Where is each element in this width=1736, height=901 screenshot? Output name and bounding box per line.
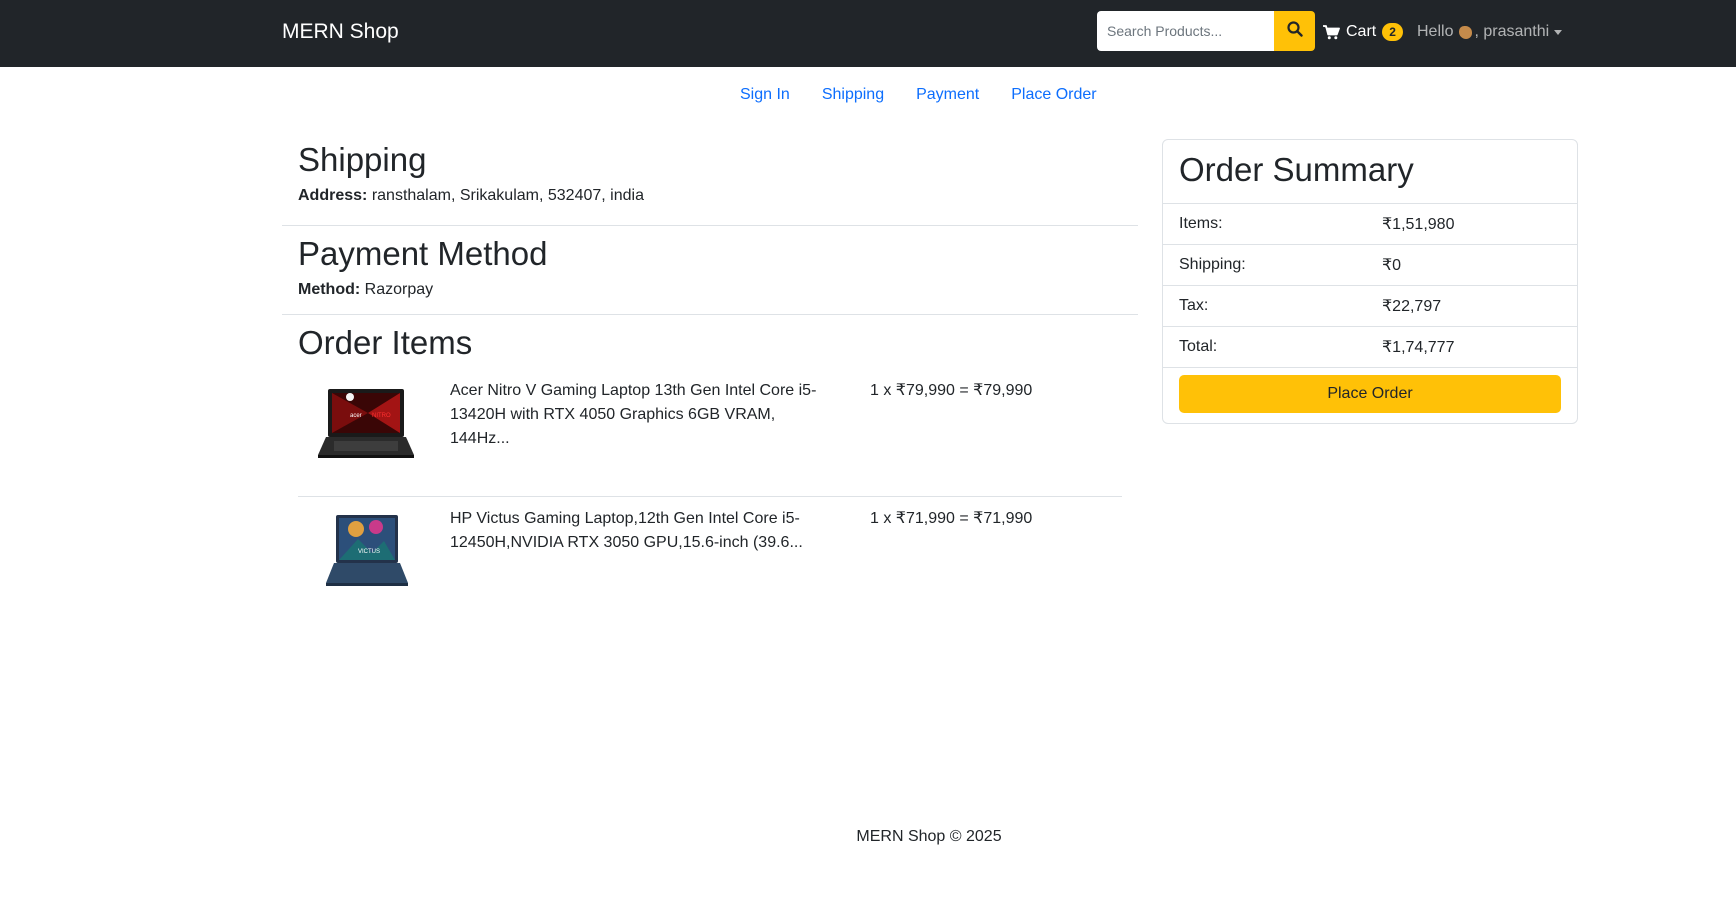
item-name-link[interactable]: Acer Nitro V Gaming Laptop 13th Gen Inte… bbox=[450, 369, 832, 496]
place-order-button[interactable]: Place Order bbox=[1179, 375, 1561, 413]
summary-row-total: Total: ₹1,74,777 bbox=[1163, 327, 1577, 368]
order-items-heading: Order Items bbox=[298, 324, 473, 361]
summary-label: Shipping: bbox=[1179, 256, 1246, 273]
svg-text:acer: acer bbox=[350, 413, 362, 419]
summary-row-tax: Tax: ₹22,797 bbox=[1163, 286, 1577, 327]
cart-label: Cart bbox=[1346, 23, 1377, 40]
cart-count-badge: 2 bbox=[1382, 23, 1403, 41]
summary-value: ₹1,51,980 bbox=[1382, 216, 1455, 233]
hp-victus-laptop-image[interactable]: VICTUS bbox=[298, 497, 450, 625]
step-place-order[interactable]: Place Order bbox=[1011, 85, 1096, 105]
checkout-steps: Sign In Shipping Payment Place Order bbox=[740, 85, 1097, 105]
method-label: Method: bbox=[298, 281, 361, 298]
cart-icon bbox=[1323, 24, 1340, 40]
order-summary-card: Order Summary Items: ₹1,51,980 Shipping:… bbox=[1162, 139, 1578, 424]
order-items-section: Order Items acer NITRO Acer Nitro V Gami… bbox=[282, 315, 1138, 637]
acer-nitro-laptop-image[interactable]: acer NITRO bbox=[298, 369, 450, 497]
item-price-line: 1 x ₹71,990 = ₹71,990 bbox=[870, 510, 1033, 527]
step-sign-in[interactable]: Sign In bbox=[740, 85, 790, 105]
search-input[interactable] bbox=[1097, 11, 1274, 51]
summary-value: ₹0 bbox=[1382, 257, 1402, 274]
summary-label: Total: bbox=[1179, 338, 1218, 355]
summary-row-shipping: Shipping: ₹0 bbox=[1163, 245, 1577, 286]
shipping-heading: Shipping bbox=[298, 141, 427, 178]
svg-text:NITRO: NITRO bbox=[372, 413, 391, 419]
brand-logo-link[interactable]: MERN Shop bbox=[282, 20, 399, 44]
payment-method: Method: Razorpay bbox=[298, 280, 1122, 300]
greeting-text: Hello bbox=[1417, 23, 1454, 40]
summary-label: Tax: bbox=[1179, 297, 1209, 314]
chevron-down-icon bbox=[1554, 29, 1563, 35]
payment-heading: Payment Method bbox=[298, 235, 548, 272]
list-item: acer NITRO Acer Nitro V Gaming Laptop 13… bbox=[298, 369, 1122, 497]
search-icon bbox=[1286, 20, 1303, 42]
search-form bbox=[1097, 11, 1315, 51]
item-price-line: 1 x ₹79,990 = ₹79,990 bbox=[870, 382, 1033, 399]
summary-row-items: Items: ₹1,51,980 bbox=[1163, 204, 1577, 245]
user-dropdown[interactable]: Hello , prasanthi bbox=[1417, 22, 1563, 42]
search-button[interactable] bbox=[1274, 11, 1315, 51]
shipping-address: Address: ransthalam, Srikakulam, 532407,… bbox=[298, 186, 1122, 206]
method-value: Razorpay bbox=[364, 281, 434, 298]
order-summary-heading: Order Summary bbox=[1163, 140, 1577, 204]
payment-section: Payment Method Method: Razorpay bbox=[282, 226, 1138, 315]
summary-footer: Place Order bbox=[1163, 368, 1577, 423]
waving-hand-icon bbox=[1459, 25, 1473, 39]
navbar: MERN Shop Cart 2 Hello , prasanthi bbox=[0, 0, 1736, 67]
address-label: Address: bbox=[298, 187, 368, 204]
summary-label: Items: bbox=[1179, 215, 1223, 232]
footer-copyright: MERN Shop © 2025 bbox=[856, 828, 1002, 845]
order-details: Shipping Address: ransthalam, Srikakulam… bbox=[282, 140, 1138, 637]
step-payment[interactable]: Payment bbox=[916, 85, 979, 105]
shipping-section: Shipping Address: ransthalam, Srikakulam… bbox=[282, 140, 1138, 226]
username-text: , prasanthi bbox=[1474, 23, 1550, 40]
address-value: ransthalam, Srikakulam, 532407, india bbox=[371, 187, 644, 204]
cart-link[interactable]: Cart 2 bbox=[1323, 22, 1403, 42]
item-name-link[interactable]: HP Victus Gaming Laptop,12th Gen Intel C… bbox=[450, 497, 832, 625]
summary-value: ₹1,74,777 bbox=[1382, 339, 1455, 356]
step-shipping[interactable]: Shipping bbox=[822, 85, 884, 105]
list-item: VICTUS HP Victus Gaming Laptop,12th Gen … bbox=[298, 497, 1122, 625]
svg-text:VICTUS: VICTUS bbox=[358, 549, 380, 555]
summary-value: ₹22,797 bbox=[1382, 298, 1442, 315]
